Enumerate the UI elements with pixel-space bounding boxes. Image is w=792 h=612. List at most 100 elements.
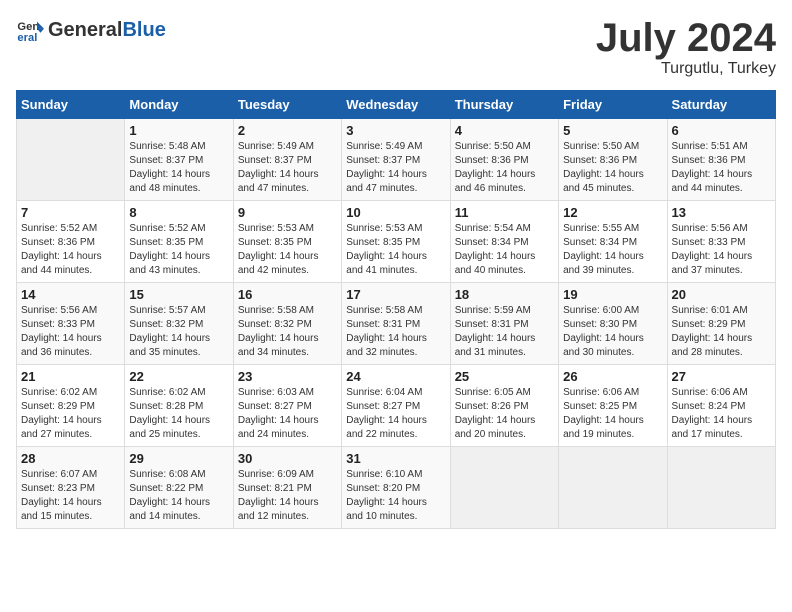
calendar-cell: 14 Sunrise: 5:56 AM Sunset: 8:33 PM Dayli… xyxy=(17,283,125,365)
calendar-cell: 17Sunrise: 5:58 AM Sunset: 8:31 PM Dayli… xyxy=(342,283,450,365)
calendar-cell: 8 Sunrise: 5:52 AM Sunset: 8:35 PM Daylig… xyxy=(125,201,233,283)
day-info: Sunrise: 6:05 AM Sunset: 8:26 PM Dayligh… xyxy=(455,386,554,442)
calendar-week-3: 14 Sunrise: 5:56 AM Sunset: 8:33 PM Dayli… xyxy=(17,283,776,365)
calendar-week-1: 1 Sunrise: 5:48 AM Sunset: 8:37 PM Daylig… xyxy=(17,119,776,201)
day-number: 22 xyxy=(129,369,228,384)
day-info: Sunrise: 5:56 AM Sunset: 8:33 PM Dayligh… xyxy=(21,304,120,360)
calendar-cell: 3 Sunrise: 5:49 AM Sunset: 8:37 PM Daylig… xyxy=(342,119,450,201)
day-number: 30 xyxy=(238,451,337,466)
day-info: Sunrise: 6:02 AM Sunset: 8:28 PM Dayligh… xyxy=(129,386,228,442)
day-number: 29 xyxy=(129,451,228,466)
day-number: 9 xyxy=(238,205,337,220)
day-info: Sunrise: 6:08 AM Sunset: 8:22 PM Dayligh… xyxy=(129,468,228,524)
calendar-cell: 12Sunrise: 5:55 AM Sunset: 8:34 PM Dayli… xyxy=(559,201,667,283)
day-info: Sunrise: 5:54 AM Sunset: 8:34 PM Dayligh… xyxy=(455,222,554,278)
calendar-cell: 15Sunrise: 5:57 AM Sunset: 8:32 PM Dayli… xyxy=(125,283,233,365)
calendar-cell: 28 Sunrise: 6:07 AM Sunset: 8:23 PM Dayli… xyxy=(17,447,125,529)
calendar-cell: 26Sunrise: 6:06 AM Sunset: 8:25 PM Dayli… xyxy=(559,365,667,447)
calendar-cell: 24 Sunrise: 6:04 AM Sunset: 8:27 PM Dayli… xyxy=(342,365,450,447)
column-header-monday: Monday xyxy=(125,91,233,119)
day-info: Sunrise: 6:00 AM Sunset: 8:30 PM Dayligh… xyxy=(563,304,662,360)
day-info: Sunrise: 5:53 AM Sunset: 8:35 PM Dayligh… xyxy=(346,222,445,278)
day-number: 3 xyxy=(346,123,445,138)
day-info: Sunrise: 6:02 AM Sunset: 8:29 PM Dayligh… xyxy=(21,386,120,442)
calendar-cell: 5 Sunrise: 5:50 AM Sunset: 8:36 PM Daylig… xyxy=(559,119,667,201)
calendar-cell: 10Sunrise: 5:53 AM Sunset: 8:35 PM Dayli… xyxy=(342,201,450,283)
day-number: 24 xyxy=(346,369,445,384)
svg-text:Gen: Gen xyxy=(17,21,39,33)
svg-text:eral: eral xyxy=(17,32,37,44)
day-info: Sunrise: 5:49 AM Sunset: 8:37 PM Dayligh… xyxy=(238,140,337,196)
logo-blue: Blue xyxy=(122,19,165,41)
day-info: Sunrise: 5:51 AM Sunset: 8:36 PM Dayligh… xyxy=(672,140,771,196)
calendar-cell: 4 Sunrise: 5:50 AM Sunset: 8:36 PM Daylig… xyxy=(450,119,558,201)
day-info: Sunrise: 6:09 AM Sunset: 8:21 PM Dayligh… xyxy=(238,468,337,524)
day-info: Sunrise: 5:49 AM Sunset: 8:37 PM Dayligh… xyxy=(346,140,445,196)
day-number: 7 xyxy=(21,205,120,220)
day-info: Sunrise: 6:10 AM Sunset: 8:20 PM Dayligh… xyxy=(346,468,445,524)
calendar-cell: 7 Sunrise: 5:52 AM Sunset: 8:36 PM Daylig… xyxy=(17,201,125,283)
day-info: Sunrise: 5:52 AM Sunset: 8:35 PM Dayligh… xyxy=(129,222,228,278)
calendar-cell: 19 Sunrise: 6:00 AM Sunset: 8:30 PM Dayli… xyxy=(559,283,667,365)
column-header-wednesday: Wednesday xyxy=(342,91,450,119)
day-number: 19 xyxy=(563,287,662,302)
calendar-cell: 20Sunrise: 6:01 AM Sunset: 8:29 PM Dayli… xyxy=(667,283,775,365)
calendar-cell xyxy=(667,447,775,529)
logo: Gen eral GeneralBlue xyxy=(16,16,166,44)
header: Gen eral GeneralBlue July 2024 Turgutlu,… xyxy=(16,16,776,78)
calendar-cell: 29 Sunrise: 6:08 AM Sunset: 8:22 PM Dayli… xyxy=(125,447,233,529)
day-number: 20 xyxy=(672,287,771,302)
day-number: 2 xyxy=(238,123,337,138)
day-number: 18 xyxy=(455,287,554,302)
logo-text: GeneralBlue xyxy=(48,19,166,42)
calendar-week-5: 28 Sunrise: 6:07 AM Sunset: 8:23 PM Dayli… xyxy=(17,447,776,529)
day-number: 8 xyxy=(129,205,228,220)
column-header-saturday: Saturday xyxy=(667,91,775,119)
calendar-cell xyxy=(450,447,558,529)
calendar-cell: 9Sunrise: 5:53 AM Sunset: 8:35 PM Daylig… xyxy=(233,201,341,283)
location-subtitle: Turgutlu, Turkey xyxy=(596,60,776,78)
day-number: 23 xyxy=(238,369,337,384)
calendar-cell: 2 Sunrise: 5:49 AM Sunset: 8:37 PM Daylig… xyxy=(233,119,341,201)
calendar-cell: 30 Sunrise: 6:09 AM Sunset: 8:21 PM Dayli… xyxy=(233,447,341,529)
day-info: Sunrise: 5:50 AM Sunset: 8:36 PM Dayligh… xyxy=(563,140,662,196)
calendar-cell: 6 Sunrise: 5:51 AM Sunset: 8:36 PM Daylig… xyxy=(667,119,775,201)
day-number: 31 xyxy=(346,451,445,466)
calendar-cell xyxy=(17,119,125,201)
day-info: Sunrise: 6:07 AM Sunset: 8:23 PM Dayligh… xyxy=(21,468,120,524)
day-info: Sunrise: 6:03 AM Sunset: 8:27 PM Dayligh… xyxy=(238,386,337,442)
calendar-table: SundayMondayTuesdayWednesdayThursdayFrid… xyxy=(16,90,776,529)
calendar-cell: 11 Sunrise: 5:54 AM Sunset: 8:34 PM Dayli… xyxy=(450,201,558,283)
calendar-week-4: 21Sunrise: 6:02 AM Sunset: 8:29 PM Dayli… xyxy=(17,365,776,447)
day-number: 11 xyxy=(455,205,554,220)
column-header-thursday: Thursday xyxy=(450,91,558,119)
calendar-cell xyxy=(559,447,667,529)
day-number: 4 xyxy=(455,123,554,138)
day-info: Sunrise: 5:52 AM Sunset: 8:36 PM Dayligh… xyxy=(21,222,120,278)
day-info: Sunrise: 5:48 AM Sunset: 8:37 PM Dayligh… xyxy=(129,140,228,196)
day-info: Sunrise: 6:04 AM Sunset: 8:27 PM Dayligh… xyxy=(346,386,445,442)
day-info: Sunrise: 5:55 AM Sunset: 8:34 PM Dayligh… xyxy=(563,222,662,278)
day-number: 16 xyxy=(238,287,337,302)
calendar-cell: 23 Sunrise: 6:03 AM Sunset: 8:27 PM Dayli… xyxy=(233,365,341,447)
logo-icon: Gen eral xyxy=(16,16,44,44)
calendar-cell: 21Sunrise: 6:02 AM Sunset: 8:29 PM Dayli… xyxy=(17,365,125,447)
day-info: Sunrise: 6:06 AM Sunset: 8:25 PM Dayligh… xyxy=(563,386,662,442)
day-info: Sunrise: 5:56 AM Sunset: 8:33 PM Dayligh… xyxy=(672,222,771,278)
column-header-friday: Friday xyxy=(559,91,667,119)
day-number: 28 xyxy=(21,451,120,466)
day-number: 1 xyxy=(129,123,228,138)
day-number: 13 xyxy=(672,205,771,220)
day-number: 14 xyxy=(21,287,120,302)
day-info: Sunrise: 5:59 AM Sunset: 8:31 PM Dayligh… xyxy=(455,304,554,360)
day-number: 6 xyxy=(672,123,771,138)
day-number: 25 xyxy=(455,369,554,384)
day-number: 15 xyxy=(129,287,228,302)
month-title: July 2024 xyxy=(596,16,776,60)
day-number: 5 xyxy=(563,123,662,138)
day-info: Sunrise: 6:06 AM Sunset: 8:24 PM Dayligh… xyxy=(672,386,771,442)
column-header-tuesday: Tuesday xyxy=(233,91,341,119)
calendar-week-2: 7 Sunrise: 5:52 AM Sunset: 8:36 PM Daylig… xyxy=(17,201,776,283)
day-info: Sunrise: 5:50 AM Sunset: 8:36 PM Dayligh… xyxy=(455,140,554,196)
day-number: 17 xyxy=(346,287,445,302)
